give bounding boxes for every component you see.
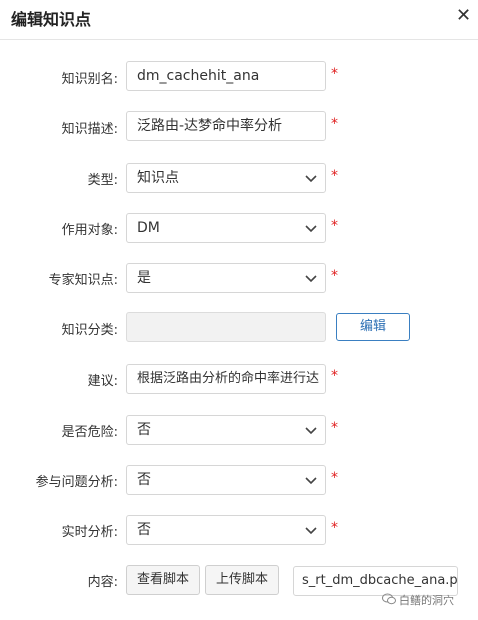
required-mark: * — [331, 368, 338, 384]
required-mark: * — [331, 116, 338, 132]
suggestion-input[interactable]: 根据泛路由分析的命中率进行达 — [126, 364, 326, 394]
required-mark: * — [331, 218, 338, 234]
category-input — [126, 312, 326, 342]
realtime-select[interactable]: 否 — [126, 515, 326, 545]
required-mark: * — [331, 520, 338, 536]
alias-input[interactable]: dm_cachehit_ana — [126, 61, 326, 91]
required-mark: * — [331, 66, 338, 82]
required-mark: * — [331, 470, 338, 486]
edit-category-button[interactable]: 编辑 — [336, 313, 410, 341]
problem-analysis-label: 参与问题分析: — [35, 475, 118, 490]
target-label: 作用对象: — [61, 223, 118, 238]
type-select[interactable]: 知识点 — [126, 163, 326, 193]
danger-label: 是否危险: — [61, 425, 118, 440]
wechat-icon — [382, 593, 396, 608]
target-select[interactable]: DM — [126, 213, 326, 243]
category-label: 知识分类: — [61, 323, 118, 338]
content-label: 内容: — [87, 575, 118, 590]
type-value: 知识点 — [137, 170, 179, 186]
problem-analysis-value: 否 — [137, 472, 151, 488]
required-mark: * — [331, 168, 338, 184]
danger-select[interactable]: 否 — [126, 415, 326, 445]
watermark-text: 白鳝的洞穴 — [399, 594, 454, 607]
danger-value: 否 — [137, 422, 151, 438]
watermark: 白鳝的洞穴 — [382, 592, 454, 608]
expert-select[interactable]: 是 — [126, 263, 326, 293]
type-label: 类型: — [87, 173, 118, 188]
view-script-button[interactable]: 查看脚本 — [126, 565, 200, 595]
suggestion-label: 建议: — [87, 374, 118, 389]
realtime-value: 否 — [137, 522, 151, 538]
required-mark: * — [331, 420, 338, 436]
dialog-title: 编辑知识点 — [11, 10, 92, 29]
required-mark: * — [331, 268, 338, 284]
expert-label: 专家知识点: — [48, 273, 118, 288]
description-input[interactable]: 泛路由-达梦命中率分析 — [126, 111, 326, 141]
problem-analysis-select[interactable]: 否 — [126, 465, 326, 495]
alias-label: 知识别名: — [61, 72, 118, 87]
upload-script-button[interactable]: 上传脚本 — [205, 565, 279, 595]
realtime-label: 实时分析: — [61, 525, 118, 540]
target-value: DM — [137, 220, 160, 236]
expert-value: 是 — [137, 270, 151, 286]
dialog-header: 编辑知识点 ✕ — [0, 0, 478, 40]
close-icon[interactable]: ✕ — [456, 5, 471, 26]
description-label: 知识描述: — [61, 122, 118, 137]
